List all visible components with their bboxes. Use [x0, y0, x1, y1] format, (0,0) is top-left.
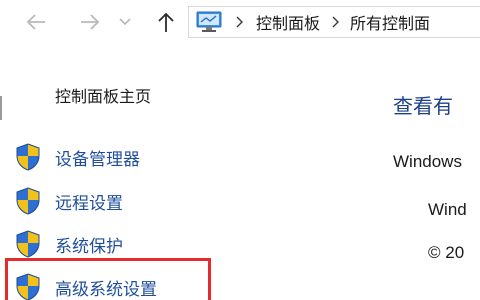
navigation-bar: 控制面板 所有控制面 — [0, 0, 480, 46]
breadcrumb-control-panel[interactable]: 控制面板 — [256, 10, 320, 34]
recent-locations-button[interactable] — [114, 8, 136, 36]
uac-shield-icon — [14, 186, 42, 216]
breadcrumb-separator-icon[interactable] — [232, 12, 246, 32]
breadcrumb-separator-icon[interactable] — [328, 12, 342, 32]
sidebar-item-label: 设备管理器 — [55, 149, 140, 170]
chevron-down-icon — [119, 18, 131, 26]
windows-edition-heading: Windows — [393, 152, 462, 171]
sidebar-home-link[interactable]: 控制面板主页 — [55, 83, 151, 107]
sidebar-item-device-manager[interactable]: 设备管理器 — [14, 142, 140, 172]
breadcrumb-all-items[interactable]: 所有控制面 — [350, 10, 430, 34]
windows-edition-name: Wind — [428, 200, 467, 219]
uac-shield-icon — [14, 272, 42, 300]
sidebar-item-remote-settings[interactable]: 远程设置 — [14, 186, 123, 216]
uac-shield-icon — [14, 229, 42, 259]
sidebar-item-label: 系统保护 — [55, 236, 123, 257]
copyright-text: © 20 — [428, 243, 465, 262]
arrow-right-icon — [81, 14, 100, 30]
sidebar-item-label: 远程设置 — [55, 193, 123, 214]
sidebar-item-advanced-system-settings[interactable]: 高级系统设置 — [14, 272, 157, 300]
control-panel-icon — [194, 9, 224, 35]
up-button[interactable] — [152, 8, 180, 36]
forward-button[interactable] — [76, 8, 104, 36]
sidebar-item-system-protection[interactable]: 系统保护 — [14, 229, 123, 259]
back-button[interactable] — [22, 8, 50, 36]
arrow-up-icon — [158, 12, 174, 32]
uac-shield-icon — [14, 142, 42, 172]
address-bar[interactable]: 控制面板 所有控制面 — [188, 6, 480, 38]
page-title: 查看有 — [393, 94, 453, 118]
arrow-left-icon — [26, 14, 45, 30]
window-edge — [0, 96, 2, 120]
system-window: 控制面板 所有控制面 控制面板主页 设备管理器 远程设置 系统保护 高级系统设置… — [0, 0, 480, 300]
sidebar-item-label: 高级系统设置 — [55, 279, 157, 300]
